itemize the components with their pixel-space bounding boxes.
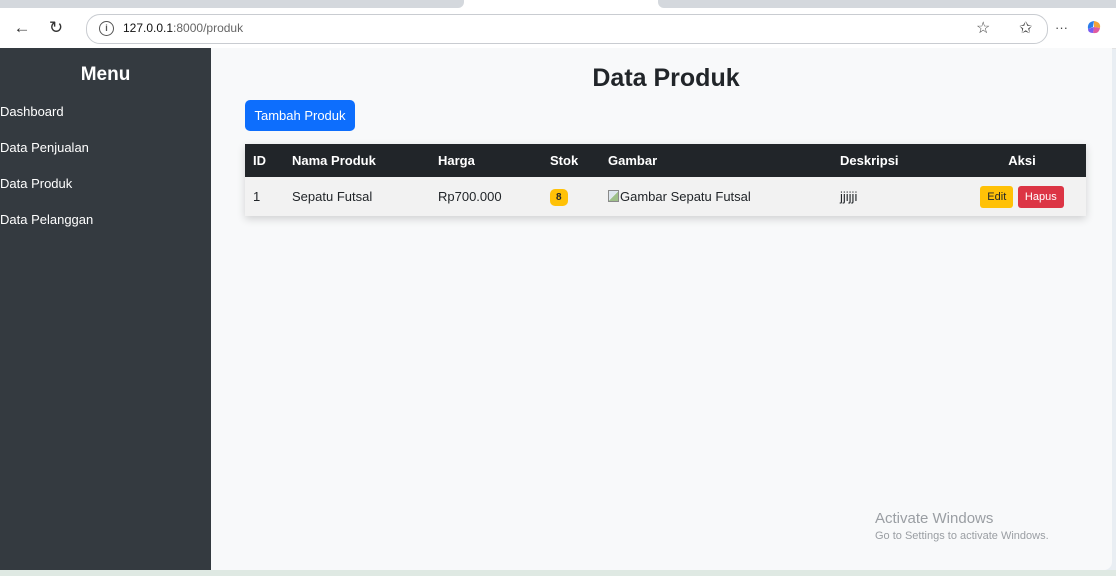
main-content: Data Produk Tambah Produk ID Nama Produk… <box>211 48 1112 570</box>
cell-nama-produk: Sepatu Futsal <box>292 189 373 204</box>
column-header-aksi: Aksi <box>1008 153 1036 168</box>
column-header-harga: Harga <box>438 153 475 168</box>
column-header-deskripsi: Deskripsi <box>840 153 899 168</box>
cell-id: 1 <box>253 189 261 204</box>
product-image: Gambar Sepatu Futsal <box>608 189 751 204</box>
add-product-button[interactable]: Tambah Produk <box>245 100 355 131</box>
windows-activation-watermark: Activate Windows Go to Settings to activ… <box>875 510 1049 542</box>
sidebar-item-data-pelanggan[interactable]: Data Pelanggan <box>0 212 93 227</box>
favorite-star-icon[interactable]: ☆ <box>976 18 990 38</box>
bottom-edge <box>0 570 1116 576</box>
url-text: 127.0.0.1:8000/produk <box>123 21 243 35</box>
stock-badge: 8 <box>550 188 568 206</box>
sidebar-item-data-penjualan[interactable]: Data Penjualan <box>0 140 89 155</box>
sidebar-title: Menu <box>80 64 131 85</box>
page: Menu Dashboard Data Penjualan Data Produ… <box>0 48 1112 570</box>
edit-button[interactable]: Edit <box>980 185 1014 208</box>
cell-harga: Rp700.000 <box>438 189 502 204</box>
table-header-row: ID Nama Produk Harga Stok Gambar Deskrip… <box>245 144 1086 177</box>
cell-aksi: Edit Hapus <box>958 177 1086 216</box>
column-header-gambar: Gambar <box>608 153 658 168</box>
column-header-id: ID <box>253 153 266 168</box>
url-host: 127.0.0.1 <box>123 21 174 35</box>
sidebar-item-data-produk[interactable]: Data Produk <box>0 176 72 191</box>
sidebar-item-dashboard[interactable]: Dashboard <box>0 104 64 119</box>
sidebar: Menu Dashboard Data Penjualan Data Produ… <box>0 48 211 570</box>
column-header-stok: Stok <box>550 153 579 168</box>
back-arrow-icon[interactable]: ← <box>12 18 32 38</box>
more-menu-icon[interactable]: ··· <box>1055 20 1068 35</box>
browser-tab[interactable] <box>0 0 464 8</box>
tab-strip <box>0 0 1116 8</box>
product-table: ID Nama Produk Harga Stok Gambar Deskrip… <box>245 144 1086 216</box>
address-bar[interactable]: i 127.0.0.1:8000/produk <box>86 14 1048 44</box>
copilot-icon[interactable] <box>1085 18 1103 41</box>
favorites-list-icon[interactable]: ✩ <box>1019 18 1032 38</box>
page-title: Data Produk <box>592 64 740 92</box>
column-header-nama-produk: Nama Produk <box>292 153 376 168</box>
delete-button[interactable]: Hapus <box>1017 185 1064 208</box>
browser-toolbar: ← ↻ i 127.0.0.1:8000/produk ☆ ✩ ··· <box>0 8 1116 49</box>
image-alt-text: Gambar Sepatu Futsal <box>620 189 751 204</box>
watermark-subtitle: Go to Settings to activate Windows. <box>875 530 1049 542</box>
cell-gambar: Gambar Sepatu Futsal <box>600 177 832 216</box>
table-row: 1 Sepatu Futsal Rp700.000 8 Gambar Sepat… <box>245 177 1086 216</box>
info-icon[interactable]: i <box>99 21 114 36</box>
reload-icon[interactable]: ↻ <box>46 18 66 38</box>
url-path: :8000/produk <box>173 21 244 35</box>
cell-stok: 8 <box>542 177 600 216</box>
watermark-title: Activate Windows <box>875 510 994 527</box>
browser-tab[interactable] <box>658 0 1116 8</box>
broken-image-icon <box>608 190 619 202</box>
cell-deskripsi: jjijji <box>840 189 858 204</box>
